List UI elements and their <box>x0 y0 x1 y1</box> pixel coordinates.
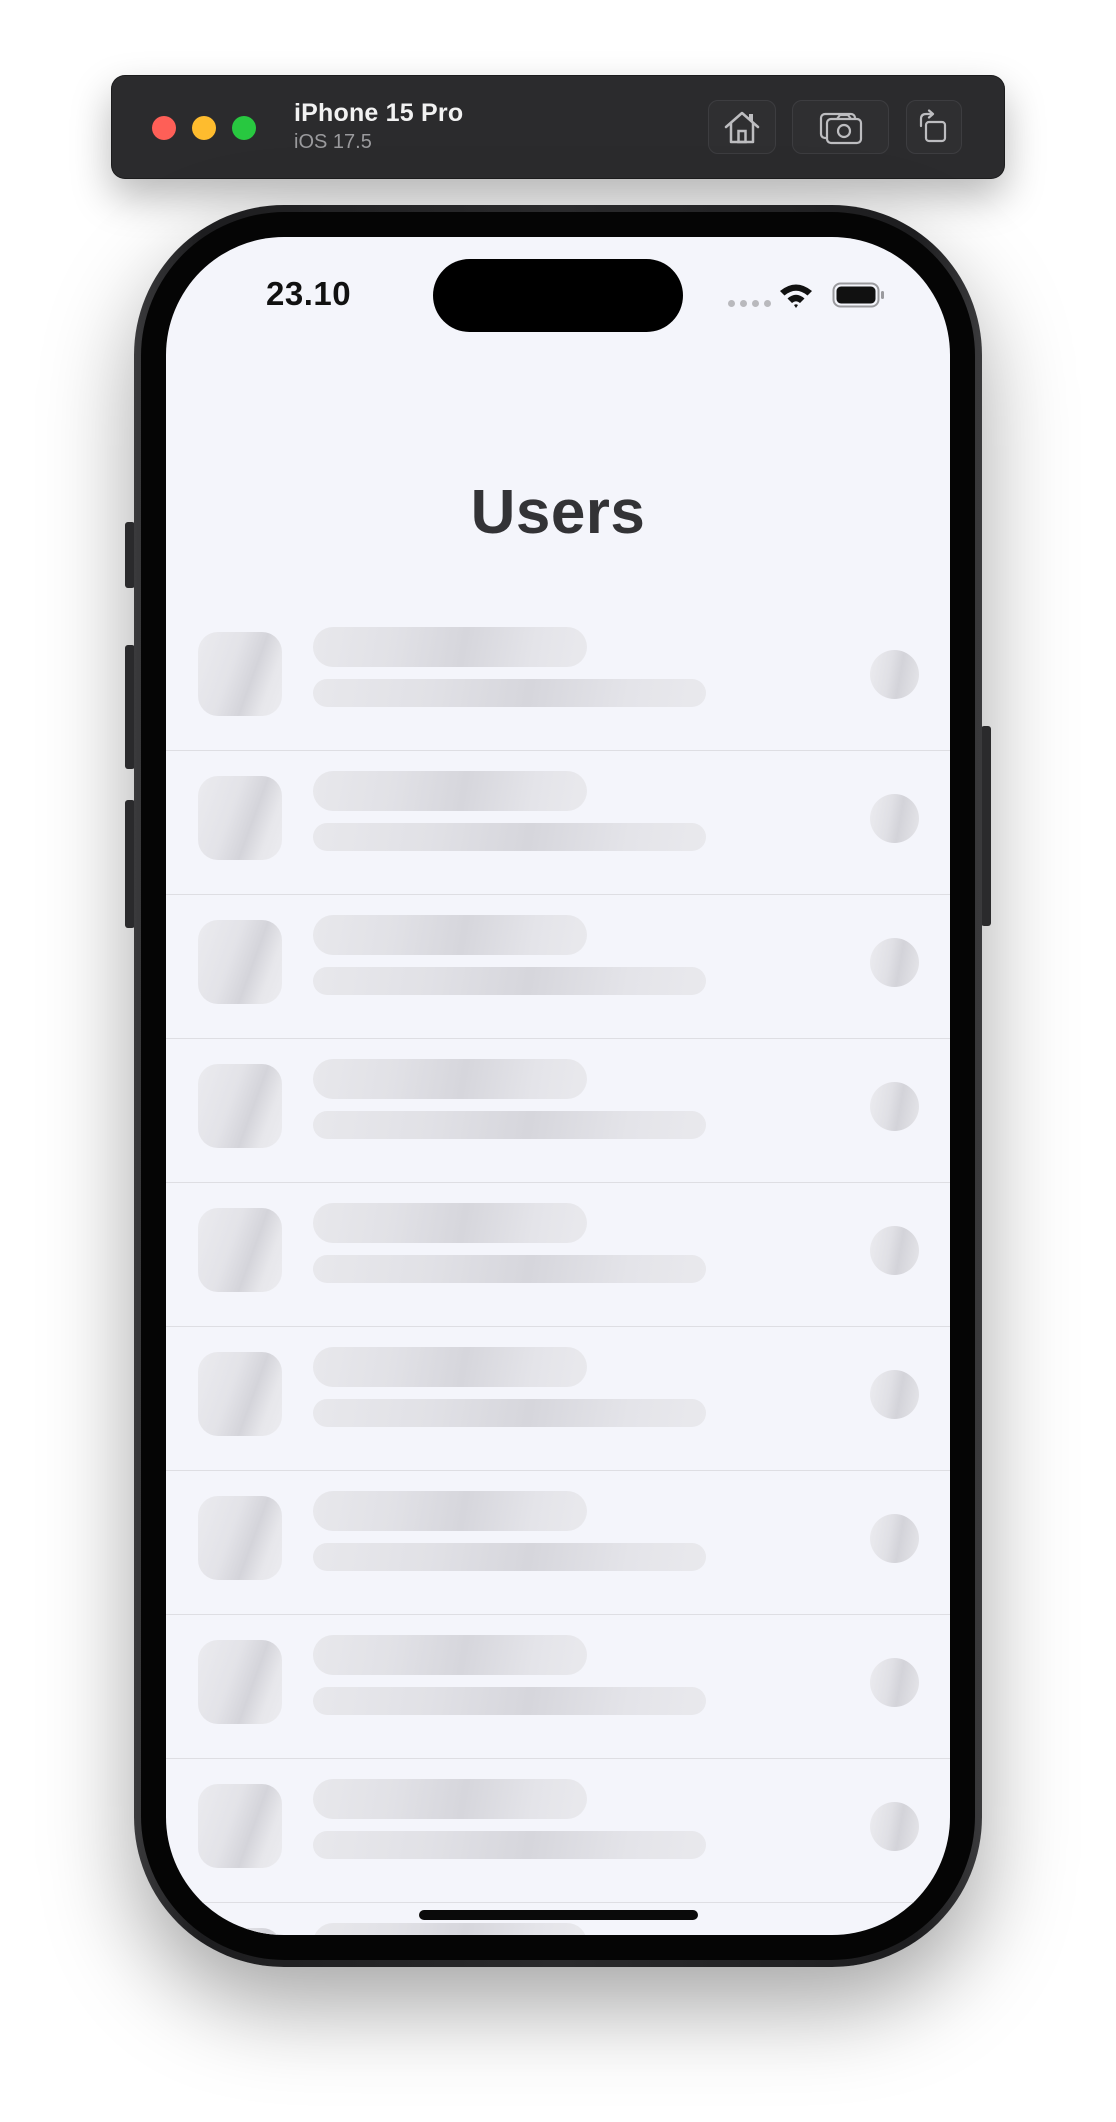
home-icon <box>724 111 760 144</box>
cellular-signal-icon <box>728 300 771 307</box>
accessory-placeholder <box>870 1658 919 1707</box>
side-power-button[interactable] <box>981 726 991 926</box>
name-placeholder <box>313 1779 587 1819</box>
status-time: 23.10 <box>266 275 352 312</box>
avatar-placeholder <box>198 632 282 716</box>
wifi-icon <box>780 284 812 308</box>
camera-icon <box>819 112 862 145</box>
name-placeholder <box>313 627 587 667</box>
accessory-placeholder <box>870 1226 919 1275</box>
zoom-window-button[interactable] <box>232 116 256 140</box>
name-placeholder <box>313 1635 587 1675</box>
detail-placeholder <box>313 1543 706 1571</box>
list-item[interactable] <box>166 1471 950 1615</box>
avatar-placeholder <box>198 1784 282 1868</box>
list-item[interactable] <box>166 751 950 895</box>
phone-screen: 23.10 Users <box>166 237 950 1935</box>
accessory-placeholder <box>870 938 919 987</box>
minimize-window-button[interactable] <box>192 116 216 140</box>
detail-placeholder <box>313 1687 706 1715</box>
detail-placeholder <box>313 679 706 707</box>
list-item[interactable] <box>166 1183 950 1327</box>
detail-placeholder <box>313 967 706 995</box>
list-item[interactable] <box>166 1327 950 1471</box>
detail-placeholder <box>313 823 706 851</box>
avatar-placeholder <box>198 776 282 860</box>
list-item[interactable] <box>166 1039 950 1183</box>
name-placeholder <box>313 1347 587 1387</box>
home-button[interactable] <box>708 100 776 154</box>
avatar-placeholder <box>198 1640 282 1724</box>
name-placeholder <box>313 1059 587 1099</box>
avatar-placeholder <box>198 1208 282 1292</box>
avatar-placeholder <box>198 1928 282 1935</box>
list-item[interactable] <box>166 1759 950 1903</box>
detail-placeholder <box>313 1255 706 1283</box>
detail-placeholder <box>313 1831 706 1859</box>
name-placeholder <box>313 1923 587 1935</box>
list-item[interactable] <box>166 1615 950 1759</box>
accessory-placeholder <box>870 1082 919 1131</box>
device-name: iPhone 15 Pro <box>294 99 464 127</box>
avatar-placeholder <box>198 1064 282 1148</box>
rotate-button[interactable] <box>906 100 962 154</box>
accessory-placeholder <box>870 794 919 843</box>
avatar-placeholder <box>198 1352 282 1436</box>
name-placeholder <box>313 1203 587 1243</box>
detail-placeholder <box>313 1399 706 1427</box>
device-os-version: iOS 17.5 <box>294 131 372 153</box>
list-item[interactable] <box>166 895 950 1039</box>
accessory-placeholder <box>870 1370 919 1419</box>
list-item[interactable] <box>166 607 950 751</box>
home-indicator[interactable] <box>419 1910 698 1920</box>
battery-icon <box>832 282 884 308</box>
page-title: Users <box>470 478 646 547</box>
name-placeholder <box>313 771 587 811</box>
avatar-placeholder <box>198 1496 282 1580</box>
avatar-placeholder <box>198 920 282 1004</box>
simulator-window: iPhone 15 Pro iOS 17.5 23.10 Users <box>0 0 1116 2122</box>
screenshot-button[interactable] <box>792 100 889 154</box>
accessory-placeholder <box>870 1802 919 1851</box>
accessory-placeholder <box>870 650 919 699</box>
name-placeholder <box>313 1491 587 1531</box>
name-placeholder <box>313 915 587 955</box>
rotate-icon <box>919 109 947 143</box>
dynamic-island <box>433 259 683 332</box>
accessory-placeholder <box>870 1514 919 1563</box>
detail-placeholder <box>313 1111 706 1139</box>
close-window-button[interactable] <box>152 116 176 140</box>
simulator-toolbar: iPhone 15 Pro iOS 17.5 <box>111 75 1005 179</box>
user-list <box>166 607 950 1935</box>
